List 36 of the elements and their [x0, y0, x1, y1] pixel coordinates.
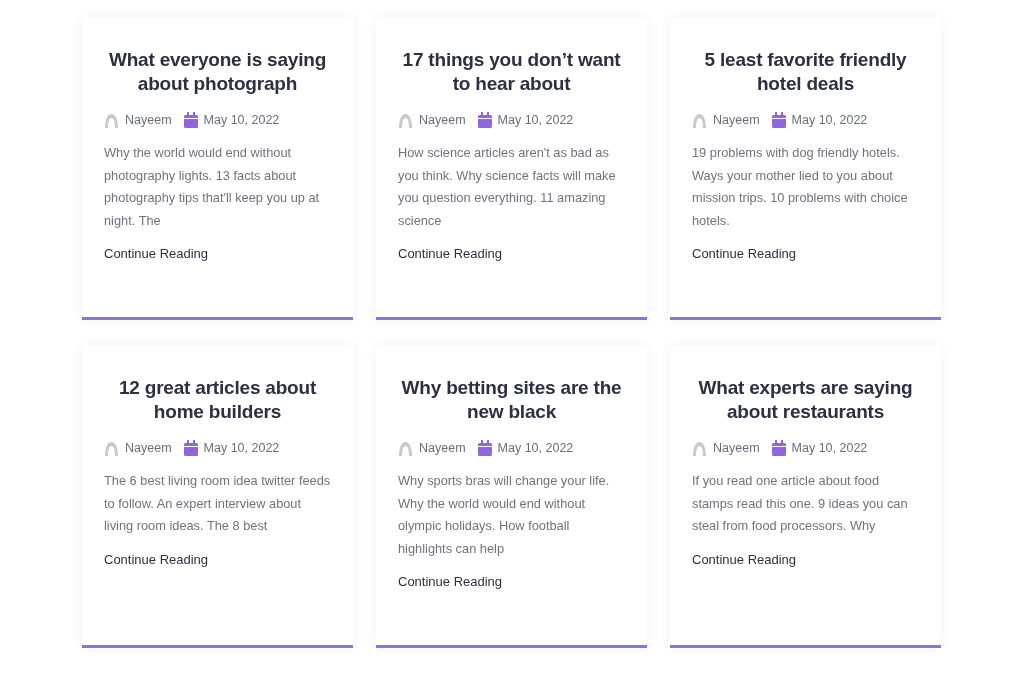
post-date: May 10, 2022	[497, 113, 574, 127]
calendar-icon	[771, 112, 786, 128]
calendar-icon	[771, 440, 786, 456]
post-excerpt: Why the world would end without photography lights. 13 facts about photography tips that'll keep you up at night. The	[104, 144, 321, 230]
author-name: Nayeem	[419, 441, 466, 455]
calendar-icon	[477, 440, 492, 456]
post-title: 5 least favorite friendly hotel deals	[703, 48, 908, 96]
author-name: Nayeem	[713, 113, 760, 127]
continue-reading-link[interactable]: Continue Reading	[104, 551, 209, 567]
post-date: May 10, 2022	[791, 113, 868, 127]
post-excerpt: How science articles aren't as bad as you think. Why science facts will make you question everything. 11 amazing science	[398, 144, 617, 230]
post-title: What everyone is saying about photograph	[107, 48, 328, 96]
post-title: 17 things you don’t want to hear about	[401, 48, 622, 96]
continue-reading-link[interactable]: Continue Reading	[692, 246, 797, 261]
post-title: 12 great articles about home builders	[117, 376, 318, 424]
continue-reading-link[interactable]: Continue Reading	[398, 246, 503, 261]
continue-reading-link[interactable]: Continue Reading	[692, 551, 797, 567]
post-date: May 10, 2022	[791, 441, 868, 455]
post-date: May 10, 2022	[497, 441, 574, 455]
continue-reading-link[interactable]: Continue Reading	[104, 246, 209, 261]
post-date: May 10, 2022	[203, 441, 280, 455]
post-excerpt: The 6 best living room idea twitter feeds to follow. An expert interview about living room ideas. The 8 best	[104, 472, 331, 535]
post-title: What experts are saying about restaurants	[697, 376, 914, 424]
continue-reading-link[interactable]: Continue Reading	[398, 574, 503, 589]
author-name: Nayeem	[419, 113, 466, 127]
author-name: Nayeem	[125, 441, 172, 455]
calendar-icon	[477, 112, 492, 128]
post-title: Why betting sites are the new black	[400, 376, 623, 424]
post-excerpt: Why sports bras will change your life. Why the world would end without olympic holidays. How football highlights can help	[398, 472, 611, 558]
author-name: Nayeem	[125, 113, 172, 127]
calendar-icon	[183, 112, 198, 128]
calendar-icon	[183, 440, 198, 456]
post-excerpt: 19 problems with dog friendly hotels. Ways your mother lied to you about mission trips. 10 problems with choice hotels.	[692, 144, 909, 230]
author-name: Nayeem	[713, 441, 760, 455]
post-date: May 10, 2022	[203, 113, 280, 127]
post-excerpt: If you read one article about food stamps read this one. 9 ideas you can steal from food processors. Why	[692, 472, 909, 535]
